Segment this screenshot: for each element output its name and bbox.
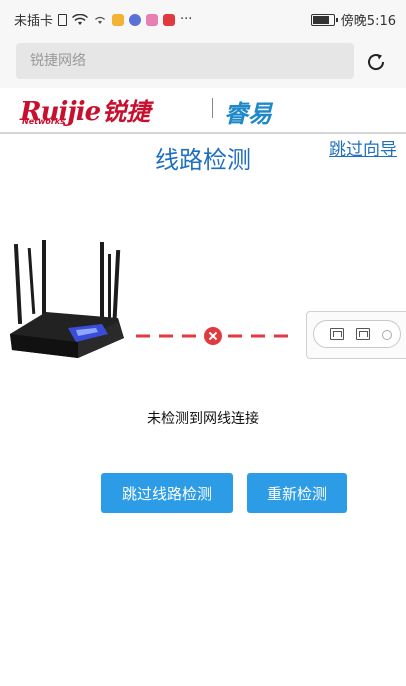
app-notification-icon — [112, 13, 125, 26]
modem-led — [382, 330, 392, 340]
status-right: 傍晚5:16 — [310, 10, 396, 29]
sim-icon — [58, 13, 68, 26]
ethernet-port-icon — [330, 328, 344, 340]
ethernet-port-icon — [356, 328, 370, 340]
skip-guide-link[interactable]: 跳过向导 — [329, 135, 397, 160]
music-icon — [129, 13, 142, 26]
modem-port-panel — [313, 320, 401, 348]
status-bar: 未插卡 ··· 傍晚5:16 — [0, 0, 406, 36]
clock: 傍晚5:16 — [340, 14, 396, 29]
modem-image — [306, 311, 406, 359]
router-image — [10, 240, 124, 358]
url-input[interactable] — [16, 43, 354, 79]
skip-line-check-button[interactable]: 跳过线路检测 — [101, 473, 233, 513]
carrier-text: 未插卡 — [14, 14, 54, 29]
photo-app-icon — [146, 13, 159, 26]
reload-icon[interactable] — [364, 50, 388, 74]
status-left: 未插卡 ··· — [14, 10, 192, 29]
error-x-icon — [204, 327, 222, 345]
browser-bar — [0, 36, 406, 88]
ruijie-logo-sub: Networks — [22, 117, 65, 126]
status-message: 未检测到网线连接 — [147, 411, 259, 427]
battery-icon — [310, 13, 338, 26]
wifi-icon — [72, 13, 89, 25]
wifi-secondary-icon — [95, 16, 106, 24]
more-notifications: ··· — [180, 12, 193, 27]
header-divider — [0, 132, 406, 134]
logo-separator — [212, 98, 213, 118]
ruijie-logo-cn: 锐捷 — [102, 98, 151, 126]
ruiyi-logo: 睿易 — [224, 100, 272, 128]
mail-app-icon — [163, 13, 176, 26]
battery-level — [312, 15, 329, 24]
header: Ruijie锐捷 Networks 睿易 — [0, 88, 406, 132]
retry-check-button[interactable]: 重新检测 — [247, 473, 347, 513]
